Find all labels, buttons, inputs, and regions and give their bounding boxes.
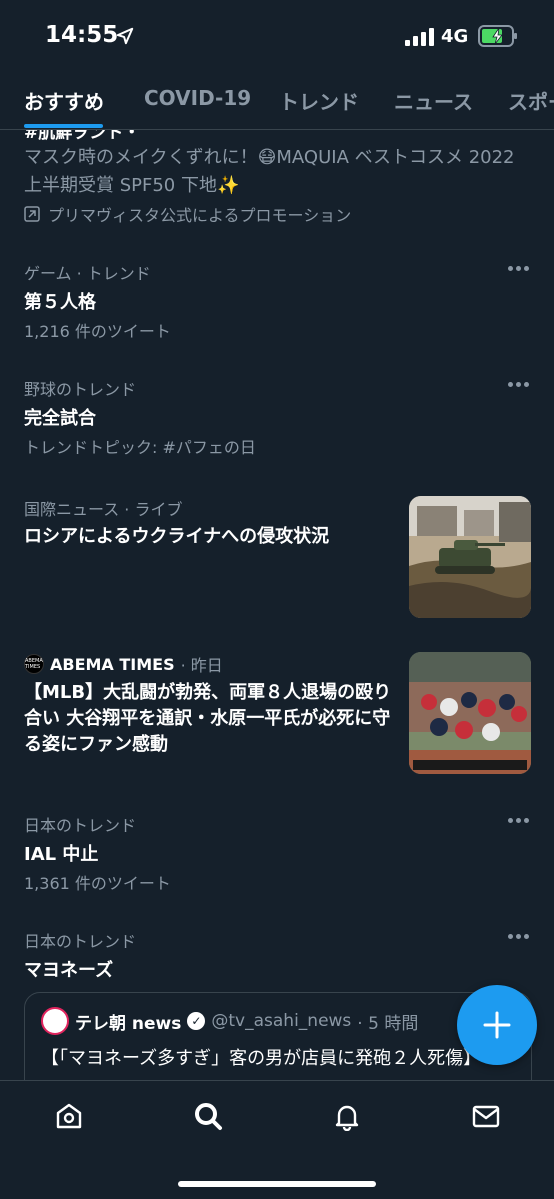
active-tab-indicator — [24, 124, 103, 128]
avatar[interactable] — [41, 1007, 69, 1035]
news-title: 【MLB】大乱闘が勃発、両軍８人退場の殴り合い 大谷翔平を通訳・水原一平氏が必死… — [24, 682, 392, 755]
tweet-time: · 5 時間 — [357, 1013, 419, 1034]
tweet-author-handle: @tv_asahi_news — [211, 1011, 352, 1031]
news-thumbnail-image — [409, 496, 531, 618]
trend-category: 野球のトレンド — [24, 380, 137, 399]
tweet-header: テレ朝 news ✓ @tv_asahi_news · 5 時間 — [41, 1007, 418, 1035]
tab-news[interactable]: ニュース — [394, 86, 473, 115]
trend-name: IAL 中止 — [24, 844, 99, 865]
trend-category: ゲーム · トレンド — [24, 264, 151, 283]
tab-trends[interactable]: トレンド — [279, 86, 359, 115]
embedded-tweet[interactable]: テレ朝 news ✓ @tv_asahi_news · 5 時間 【「マヨネーズ… — [24, 992, 532, 1080]
home-icon[interactable] — [54, 1101, 84, 1131]
promoted-by-text: プリマヴィスタ公式によるプロモーション — [48, 206, 352, 225]
trend-name: 完全試合 — [24, 408, 96, 429]
trend-tweet-count: 1,216 件のツイート — [24, 322, 171, 341]
trend-name: マヨネーズ — [24, 960, 114, 981]
bottom-navigation — [0, 1080, 554, 1199]
battery-charging-icon — [478, 25, 517, 47]
trend-name: 第５人格 — [24, 292, 96, 313]
news-thumbnail-image — [409, 652, 531, 774]
news-title: ロシアによるウクライナへの侵攻状況 — [24, 526, 330, 547]
tab-recommended[interactable]: おすすめ — [24, 86, 104, 115]
more-icon[interactable] — [508, 818, 530, 824]
news-source-name: ABEMA TIMES — [50, 654, 175, 674]
tab-sports[interactable]: スポー — [508, 86, 554, 115]
trend-topic: トレンドトピック: #パフェの日 — [24, 438, 256, 457]
location-arrow-icon — [116, 27, 134, 45]
trend-category: 日本のトレンド — [24, 932, 137, 951]
compose-icon — [483, 1011, 511, 1039]
compose-button[interactable] — [457, 985, 537, 1065]
network-label: 4G — [441, 26, 469, 47]
trend-item[interactable]: 野球のトレンド 完全試合 トレンドトピック: #パフェの日 — [0, 376, 554, 466]
more-icon[interactable] — [508, 934, 530, 940]
explore-tabs: おすすめ COVID-19 トレンド ニュース スポー — [0, 72, 554, 130]
news-category: 国際ニュース · ライブ — [24, 500, 183, 519]
tab-covid[interactable]: COVID-19 — [144, 86, 251, 110]
verified-icon: ✓ — [187, 1012, 206, 1030]
trend-category: 日本のトレンド — [24, 816, 137, 835]
promoted-trend-title: #肌鮮ヲント・ — [24, 130, 141, 143]
promoted-trend-description: マスク時のメイクくずれに！😷MAQUIA ベストコスメ 2022 上半期受賞 S… — [24, 147, 515, 196]
explore-feed[interactable]: #肌鮮ヲント・ マスク時のメイクくずれに！😷MAQUIA ベストコスメ 2022… — [0, 130, 554, 1080]
more-icon[interactable] — [508, 382, 530, 388]
status-bar: 14:55 4G — [0, 0, 554, 72]
trend-item[interactable]: 日本のトレンド IAL 中止 1,361 件のツイート — [0, 812, 554, 902]
promoted-by-line: プリマヴィスタ公式によるプロモーション — [24, 202, 351, 226]
signal-icon — [405, 28, 434, 46]
news-item[interactable]: ABEMA TIMES ABEMA TIMES · 昨日 【MLB】大乱闘が勃発… — [0, 652, 554, 774]
abema-times-logo: ABEMA TIMES — [24, 654, 44, 674]
tweet-author-name[interactable]: テレ朝 news — [75, 1009, 181, 1034]
promoted-icon — [24, 206, 40, 222]
trend-tweet-count: 1,361 件のツイート — [24, 874, 171, 893]
tweet-text: 【「マヨネーズ多すぎ」客の男が店員に発砲２人死傷】 — [41, 1048, 482, 1069]
trend-item[interactable]: ゲーム · トレンド 第５人格 1,216 件のツイート — [0, 260, 554, 350]
status-time: 14:55 — [45, 22, 119, 48]
search-icon[interactable] — [193, 1101, 223, 1131]
news-item[interactable]: 国際ニュース · ライブ ロシアによるウクライナへの侵攻状況 — [0, 496, 554, 618]
news-time: · 昨日 — [180, 656, 223, 675]
home-indicator — [178, 1181, 376, 1187]
news-source: ABEMA TIMES ABEMA TIMES · 昨日 — [24, 652, 223, 676]
bell-icon[interactable] — [332, 1101, 362, 1131]
more-icon[interactable] — [508, 266, 530, 272]
mail-icon[interactable] — [471, 1101, 501, 1131]
